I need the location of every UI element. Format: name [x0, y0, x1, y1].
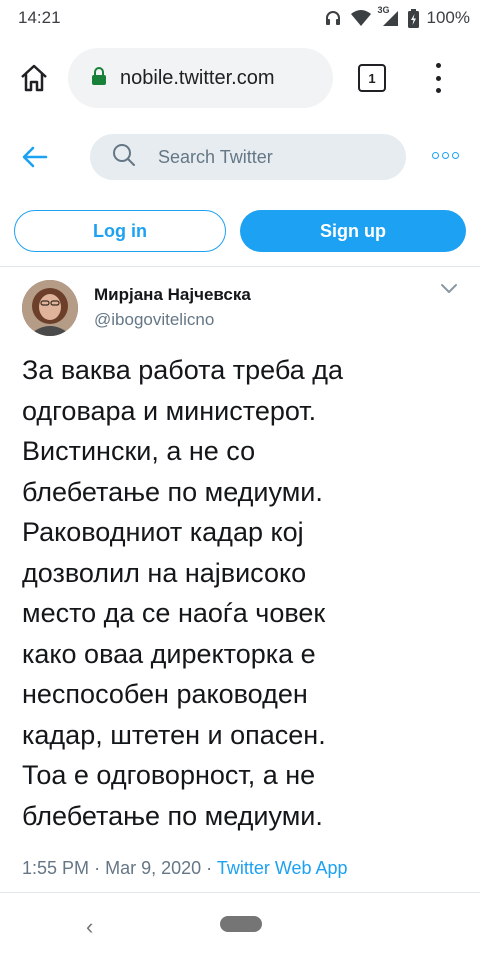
login-button[interactable]: Log in — [14, 210, 226, 252]
tweet-line: блебетање по медиуми. — [22, 476, 323, 507]
browser-toolbar: nobile.twitter.com 1 — [0, 36, 480, 122]
address-bar[interactable]: nobile.twitter.com — [68, 48, 333, 108]
battery-level: 100% — [426, 8, 470, 27]
tweet-line: како оваа директорка е — [22, 638, 316, 669]
signup-button[interactable]: Sign up — [240, 210, 466, 252]
tweet-line: одговара и министерот. — [22, 395, 317, 426]
tweet-metadata: 1:55 PM · Mar 9, 2020 · Twitter Web App — [22, 858, 348, 879]
status-bar: 14:21 3G 100% — [0, 0, 480, 36]
auth-buttons: Log in Sign up — [0, 208, 480, 254]
back-arrow-icon[interactable] — [20, 142, 50, 172]
twitter-header: Search Twitter — [0, 122, 480, 194]
cell-signal-icon: 3G — [378, 5, 400, 27]
tweet-source-link[interactable]: Twitter Web App — [217, 858, 348, 878]
tweet-line: Раководниот кадар кој — [22, 517, 304, 547]
tab-switcher-button[interactable]: 1 — [358, 64, 386, 92]
author-handle[interactable]: @ibogovitelicno — [94, 310, 214, 330]
more-options-icon[interactable] — [432, 152, 459, 159]
lock-icon — [92, 66, 106, 90]
tweet-line: дозволил на највисоко — [22, 557, 307, 588]
avatar[interactable] — [22, 280, 78, 336]
network-type-label: 3G — [377, 5, 390, 15]
tweet-line: неспособен раководен — [22, 679, 308, 709]
nav-home-pill[interactable] — [220, 916, 262, 932]
tweet-text: За ваква работа треба да одговара и мини… — [22, 350, 462, 836]
browser-menu-icon[interactable] — [428, 60, 448, 96]
status-icons: 3G 100% — [324, 5, 470, 28]
url-text: nobile.twitter.com — [120, 66, 275, 89]
tweet-author: Мирјана Најчевска @ibogovitelicno — [22, 280, 468, 340]
meta-separator: · — [94, 858, 101, 878]
header-divider — [0, 266, 480, 267]
search-input[interactable]: Search Twitter — [90, 134, 406, 180]
tweet-date[interactable]: Mar 9, 2020 — [105, 858, 201, 878]
nav-back-icon[interactable]: ‹ — [86, 914, 93, 940]
tweet-line: место да се наоѓа човек — [22, 598, 326, 628]
wifi-icon — [350, 9, 372, 27]
tweet-time[interactable]: 1:55 PM — [22, 858, 89, 878]
tweet-line: Вистински, а не со — [22, 436, 256, 466]
chevron-down-icon[interactable] — [440, 282, 458, 300]
headphones-icon — [324, 9, 342, 27]
battery-icon — [407, 8, 419, 28]
tweet-line: кадар, штетен и опасен. — [22, 719, 326, 750]
home-icon[interactable] — [18, 62, 50, 94]
tweet-line: За ваква работа треба да — [22, 355, 343, 385]
search-placeholder: Search Twitter — [158, 146, 273, 167]
meta-divider — [0, 892, 480, 893]
tweet-line: Тоа е одговорност, а не — [22, 760, 316, 790]
meta-separator: · — [206, 858, 213, 878]
status-time: 14:21 — [18, 8, 61, 27]
system-nav-bar: ‹ — [0, 900, 480, 960]
tweet-line: блебетање по медиуми. — [22, 800, 323, 831]
author-name[interactable]: Мирјана Најчевска — [94, 285, 251, 305]
search-icon — [112, 143, 136, 172]
